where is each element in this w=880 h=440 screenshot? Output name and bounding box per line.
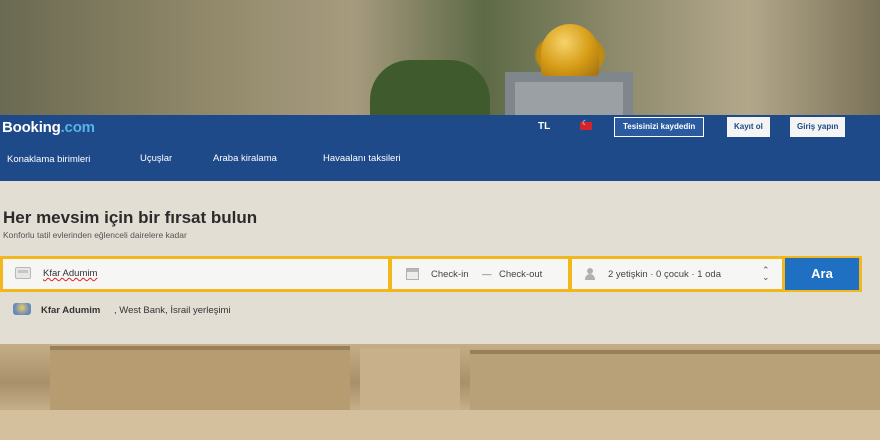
background-wall-right (470, 350, 880, 410)
chevron-updown-icon[interactable]: ⌃ ⌄ (762, 266, 770, 282)
logo-name: Booking (2, 119, 61, 136)
hero-subtitle: Konforlu tatil evlerinden eğlenceli dair… (3, 230, 187, 240)
background-building-base (515, 82, 623, 118)
background-golden-dome (541, 24, 599, 76)
checkin-label[interactable]: Check-in (431, 269, 469, 280)
top-header: Booking.com TL Tesisinizi kaydedin Kayıt… (0, 115, 880, 181)
suggestion-name: Kfar Adumim (41, 305, 101, 316)
person-icon (584, 268, 596, 280)
background-trees (370, 60, 490, 118)
search-button[interactable]: Ara (785, 258, 859, 290)
nav-item-flights[interactable]: Uçuşlar (140, 153, 172, 164)
nav-item-stays[interactable]: Konaklama birimleri (6, 153, 91, 166)
search-bar: Kfar Adumim Check-in — Check-out 2 yetiş… (0, 256, 862, 292)
signup-button[interactable]: Kayıt ol (727, 117, 770, 137)
currency-selector[interactable]: TL (538, 121, 550, 132)
date-separator: — (482, 269, 492, 280)
background-wall-left (50, 346, 350, 412)
login-button[interactable]: Giriş yapın (790, 117, 846, 137)
main-nav: Konaklama birimleri Uçuşlar Araba kirala… (0, 151, 880, 171)
background-photo-top (0, 0, 880, 118)
guests-summary[interactable]: 2 yetişkin · 0 çocuk · 1 oda (608, 269, 721, 280)
calendar-icon (406, 268, 419, 280)
background-ground (0, 410, 880, 440)
bed-icon (15, 267, 31, 279)
suggestion-detail: , West Bank, İsrail yerleşimi (114, 305, 231, 316)
nav-item-airport-taxis[interactable]: Havaalanı taksileri (323, 153, 401, 164)
destination-field[interactable]: Kfar Adumim (3, 259, 388, 289)
logo-tld: .com (60, 119, 95, 136)
autocomplete-suggestion[interactable]: Kfar Adumim , West Bank, İsrail yerleşim… (3, 298, 388, 322)
guests-field[interactable]: 2 yetişkin · 0 çocuk · 1 oda ⌃ ⌄ (572, 259, 782, 289)
checkout-label[interactable]: Check-out (499, 269, 542, 280)
hero-title: Her mevsim için bir fırsat bulun (3, 208, 258, 227)
list-property-button[interactable]: Tesisinizi kaydedin (614, 117, 705, 137)
nav-item-car-rental[interactable]: Araba kiralama (213, 153, 277, 164)
dates-field[interactable]: Check-in — Check-out (392, 259, 568, 289)
location-thumbnail-icon (13, 303, 31, 315)
language-flag-icon[interactable] (580, 119, 592, 130)
destination-input[interactable]: Kfar Adumim (43, 268, 97, 279)
booking-logo[interactable]: Booking.com (2, 119, 95, 136)
